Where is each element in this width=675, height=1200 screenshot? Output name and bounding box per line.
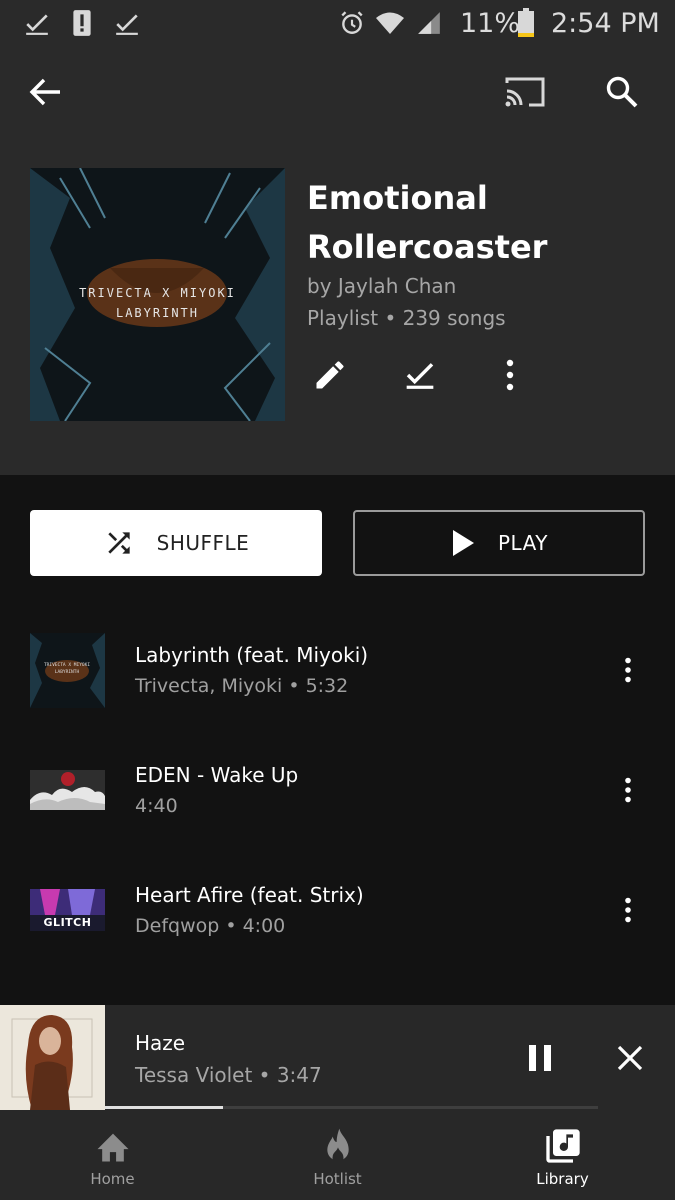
nav-item-library[interactable]: Library <box>450 1110 675 1200</box>
battery-icon <box>514 8 538 38</box>
shuffle-button[interactable]: SHUFFLE <box>30 510 322 576</box>
playback-progress-fill <box>105 1106 224 1109</box>
cover-text-artists: TRIVECTA X MIYOKI <box>79 286 236 300</box>
battery-percent: 11% <box>460 8 521 39</box>
flame-icon <box>316 1124 360 1168</box>
cover-text-title: LABYRINTH <box>115 306 200 320</box>
playlist-title-line2: Rollercoaster <box>307 228 548 266</box>
track-more-button[interactable] <box>608 885 648 935</box>
search-button[interactable] <box>592 62 652 122</box>
pause-icon <box>529 1045 551 1071</box>
track-title: Labyrinth (feat. Miyoki) <box>135 643 369 667</box>
back-button[interactable] <box>15 62 75 122</box>
track-row[interactable]: GLITCH HOP Heart Afire (feat. Strix) Def… <box>0 855 675 965</box>
check-icon <box>22 8 52 38</box>
track-thumbnail <box>30 770 105 810</box>
shuffle-label: SHUFFLE <box>156 531 250 555</box>
nav-label-library: Library <box>536 1170 589 1188</box>
edit-icon <box>316 361 344 389</box>
now-playing-subtitle: Tessa Violet • 3:47 <box>135 1063 322 1087</box>
nav-item-hotlist[interactable]: Hotlist <box>225 1110 450 1200</box>
playlist-cover-art: TRIVECTA X MIYOKI LABYRINTH <box>30 168 285 421</box>
track-title: EDEN - Wake Up <box>135 763 299 787</box>
alarm-icon <box>337 8 367 38</box>
now-playing-album-art <box>0 1005 105 1110</box>
wifi-icon <box>375 8 405 38</box>
more-vertical-icon <box>625 657 631 683</box>
now-playing-bar[interactable]: Haze Tessa Violet • 3:47 <box>0 1005 675 1110</box>
shuffle-icon <box>107 532 130 554</box>
playlist-title-line1: Emotional <box>307 179 488 217</box>
play-icon <box>452 530 474 556</box>
track-subtitle: 4:40 <box>135 795 178 817</box>
pause-button[interactable] <box>512 1030 568 1086</box>
home-icon <box>91 1124 135 1168</box>
nav-label-home: Home <box>90 1170 135 1188</box>
search-icon <box>606 76 638 108</box>
clock: 2:54 PM <box>551 8 660 39</box>
close-player-button[interactable] <box>602 1030 658 1086</box>
playlist-title: Emotional Rollercoaster <box>307 174 647 272</box>
more-vertical-icon <box>506 359 514 391</box>
library-music-icon <box>541 1124 585 1168</box>
nav-label-hotlist: Hotlist <box>313 1170 362 1188</box>
download-button[interactable] <box>395 350 445 400</box>
track-thumbnail: TRIVECTA X MIYOKI LABYRINTH <box>30 633 105 708</box>
more-vertical-icon <box>625 897 631 923</box>
track-more-button[interactable] <box>608 765 648 815</box>
svg-text:LABYRINTH: LABYRINTH <box>55 669 80 675</box>
playback-progress-bar[interactable] <box>105 1106 598 1109</box>
svg-text:TRIVECTA X MIYOKI: TRIVECTA X MIYOKI <box>44 662 90 668</box>
download-check-icon <box>406 363 434 389</box>
signal-icon <box>414 8 444 38</box>
cast-icon <box>505 77 545 107</box>
track-row[interactable]: TRIVECTA X MIYOKI LABYRINTH Labyrinth (f… <box>0 615 675 725</box>
track-title: Heart Afire (feat. Strix) <box>135 883 364 907</box>
track-subtitle: Trivecta, Miyoki • 5:32 <box>135 675 349 697</box>
play-button[interactable]: PLAY <box>353 510 645 576</box>
edit-playlist-button[interactable] <box>305 350 355 400</box>
track-row[interactable]: EDEN - Wake Up 4:40 <box>0 735 675 845</box>
playlist-header: TRIVECTA X MIYOKI LABYRINTH Emotional Ro… <box>0 50 675 475</box>
cast-button[interactable] <box>495 62 555 122</box>
track-thumbnail-text: GLITCH HOP <box>43 916 92 931</box>
track-more-button[interactable] <box>608 645 648 695</box>
nav-item-home[interactable]: Home <box>0 1110 225 1200</box>
check-icon <box>112 8 142 38</box>
alert-icon <box>67 8 97 38</box>
playlist-more-button[interactable] <box>485 350 535 400</box>
playlist-meta: Playlist • 239 songs <box>307 306 506 330</box>
back-arrow-icon <box>29 78 60 106</box>
playlist-owner: by Jaylah Chan <box>307 274 457 298</box>
track-subtitle: Defqwop • 4:00 <box>135 915 286 937</box>
bottom-navigation: Home Hotlist Library <box>0 1110 675 1200</box>
more-vertical-icon <box>625 777 631 803</box>
close-icon <box>617 1045 643 1071</box>
now-playing-title: Haze <box>135 1031 186 1055</box>
status-bar: 11% 2:54 PM <box>0 0 675 50</box>
play-label: PLAY <box>497 531 548 555</box>
track-thumbnail: GLITCH HOP <box>30 889 105 931</box>
